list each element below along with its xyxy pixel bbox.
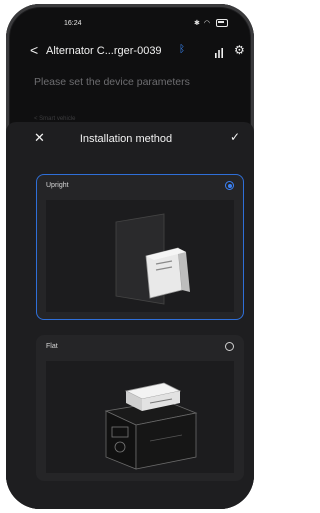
status-icons: ✱ ◠	[194, 19, 228, 28]
status-time: 16:24	[64, 20, 82, 27]
bluetooth-status-icon: ✱	[194, 20, 201, 27]
wifi-status-icon: ◠	[203, 20, 211, 27]
option-upright[interactable]: Upright	[36, 174, 244, 320]
radio-selected[interactable]	[225, 181, 234, 190]
installation-sheet: ✕ Installation method ✓ Upright Flat	[6, 122, 254, 509]
top-bar: < Alternator C...rger-0039 ᛒ ⚙	[6, 42, 254, 62]
radio-unselected[interactable]	[225, 342, 234, 351]
settings-icon[interactable]: ⚙	[234, 43, 245, 57]
sheet-title: Installation method	[79, 133, 173, 145]
option-flat[interactable]: Flat	[36, 335, 244, 481]
back-button[interactable]: <	[30, 43, 38, 57]
option-label: Flat	[46, 343, 58, 350]
chart-icon[interactable]	[214, 45, 224, 63]
status-bar: 16:24 ✱ ◠	[6, 18, 254, 32]
device-title: Alternator C...rger-0039	[46, 45, 162, 57]
option-label: Upright	[46, 182, 69, 189]
page-subtitle: Please set the device parameters	[34, 76, 190, 88]
bluetooth-icon: ᛒ	[179, 44, 185, 55]
phone-screen: 16:24 ✱ ◠ < Alternator C...rger-0039 ᛒ ⚙…	[6, 4, 254, 509]
battery-icon	[215, 19, 228, 28]
flat-illustration	[46, 361, 234, 473]
upright-illustration	[46, 200, 234, 312]
confirm-button[interactable]: ✓	[230, 130, 240, 144]
